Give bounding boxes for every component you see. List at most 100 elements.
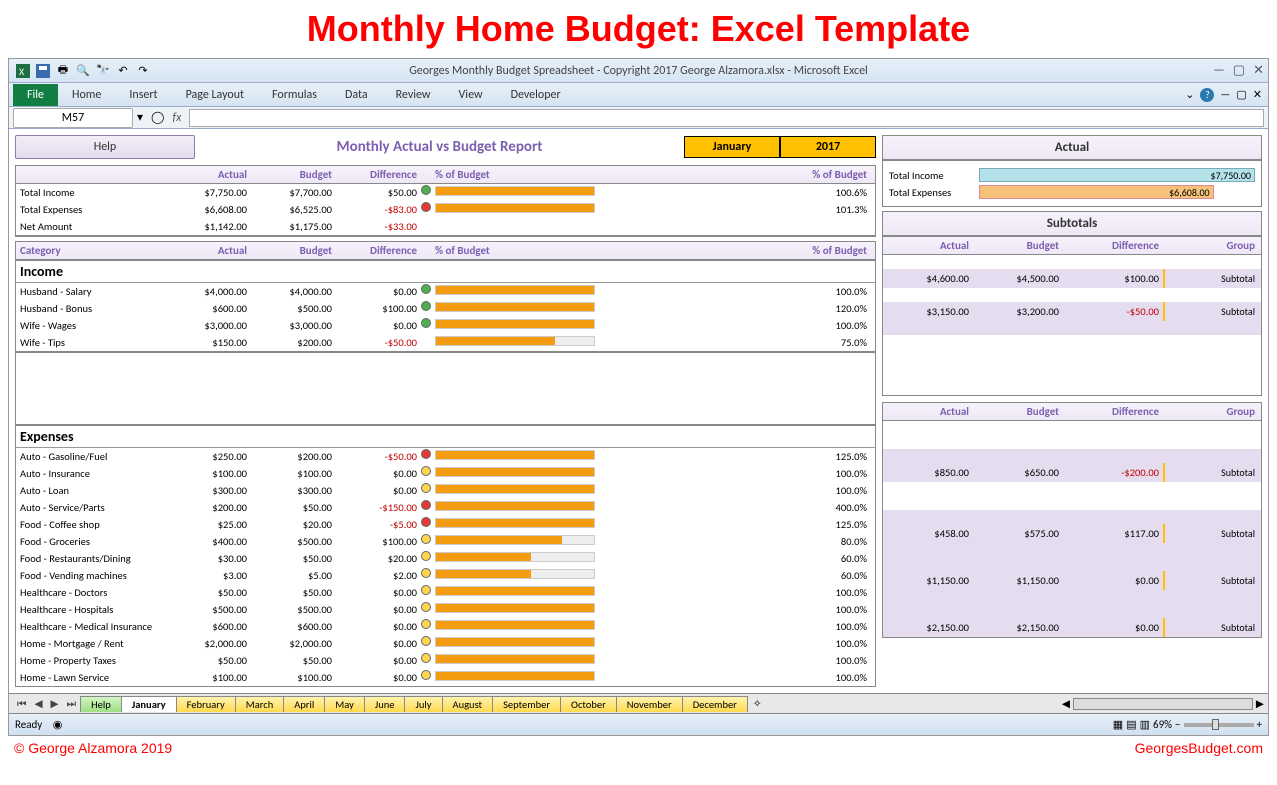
table-row[interactable]: Total Income$7,750.00$7,700.00$50.00100.… <box>15 184 876 201</box>
table-row[interactable]: Home - Property Taxes$50.00$50.00$0.0010… <box>15 652 876 669</box>
minimize-doc-icon[interactable]: — <box>1220 88 1230 101</box>
name-box[interactable]: M57 <box>13 108 133 128</box>
undo-icon[interactable]: ↶ <box>115 63 131 79</box>
tab-review[interactable]: Review <box>382 84 445 106</box>
formula-bar: M57 ▾ ◯ fx <box>9 107 1268 129</box>
header-category: Category <box>16 242 166 259</box>
tab-formulas[interactable]: Formulas <box>258 84 331 106</box>
restore-icon[interactable]: ▢ <box>1233 63 1245 78</box>
table-row[interactable]: Home - Mortgage / Rent$2,000.00$2,000.00… <box>15 635 876 652</box>
minimize-icon[interactable]: — <box>1213 63 1225 78</box>
cancel-formula-icon[interactable]: ◯ <box>151 110 164 125</box>
header-difference: Difference <box>336 166 421 183</box>
sheet-tab-august[interactable]: August <box>442 696 494 712</box>
sheet-tab-september[interactable]: September <box>492 696 561 712</box>
expenses-body: Auto - Gasoline/Fuel$250.00$200.00-$50.0… <box>15 448 876 687</box>
month-cell[interactable]: January <box>684 136 780 158</box>
header-budget: Budget <box>251 166 336 183</box>
table-row[interactable]: Net Amount$1,142.00$1,175.00-$33.00 <box>15 218 876 236</box>
table-row[interactable]: Husband - Bonus$600.00$500.00$100.00120.… <box>15 300 876 317</box>
tab-page-layout[interactable]: Page Layout <box>172 84 258 106</box>
table-row[interactable]: Total Expenses$6,608.00$6,525.00-$83.001… <box>15 201 876 218</box>
name-dropdown-icon[interactable]: ▾ <box>137 110 143 125</box>
print-icon[interactable]: 🖶 <box>55 63 71 79</box>
redo-icon[interactable]: ↷ <box>135 63 151 79</box>
tab-view[interactable]: View <box>445 84 497 106</box>
status-bar: Ready ◉ ▦ ▤ ▥ 69% − + <box>9 713 1268 735</box>
sheet-tab-july[interactable]: July <box>404 696 442 712</box>
sheet-tab-january[interactable]: January <box>121 696 177 712</box>
view-normal-icon[interactable]: ▦ <box>1113 718 1123 731</box>
table-row[interactable]: Auto - Service/Parts$200.00$50.00-$150.0… <box>15 499 876 516</box>
new-sheet-icon[interactable]: ✧ <box>753 697 762 710</box>
income-section-title: Income <box>15 260 876 283</box>
save-icon[interactable] <box>35 63 51 79</box>
view-pagebreak-icon[interactable]: ▥ <box>1140 718 1150 731</box>
table-row[interactable]: Wife - Tips$150.00$200.00-$50.0075.0% <box>15 334 876 352</box>
worksheet-area: Help Monthly Actual vs Budget Report Jan… <box>9 129 1268 693</box>
view-layout-icon[interactable]: ▤ <box>1126 718 1136 731</box>
table-row[interactable]: Healthcare - Doctors$50.00$50.00$0.00100… <box>15 584 876 601</box>
restore-doc-icon[interactable]: ▢ <box>1236 88 1246 101</box>
year-cell[interactable]: 2017 <box>780 136 876 158</box>
prev-sheet-icon[interactable]: ◀ <box>30 697 46 710</box>
scroll-right-icon[interactable]: ▶ <box>1256 697 1264 710</box>
close-doc-icon[interactable]: ✕ <box>1253 88 1262 101</box>
scroll-left-icon[interactable]: ◀ <box>1062 697 1070 710</box>
table-row[interactable]: Food - Restaurants/Dining$30.00$50.00$20… <box>15 550 876 567</box>
binoculars-icon[interactable]: 🔭 <box>95 63 111 79</box>
category-header-row: Category Actual Budget Difference % of B… <box>15 241 876 260</box>
table-row[interactable]: Food - Vending machines$3.00$5.00$2.0060… <box>15 567 876 584</box>
header-blank <box>16 166 166 183</box>
quick-access-toolbar: X 🖶 🔍 🔭 ↶ ↷ Georges Monthly Budget Sprea… <box>9 59 1268 83</box>
report-title: Monthly Actual vs Budget Report <box>195 138 684 156</box>
table-row[interactable]: Food - Coffee shop$25.00$20.00-$5.00125.… <box>15 516 876 533</box>
sheet-tab-april[interactable]: April <box>283 696 325 712</box>
expense-subtotals: $850.00$650.00-$200.00Subtotal$458.00$57… <box>882 421 1262 638</box>
header-pct-bar: % of Budget <box>421 166 601 183</box>
table-row[interactable]: Healthcare - Medical Insurance$600.00$60… <box>15 618 876 635</box>
sheet-tab-november[interactable]: November <box>616 696 683 712</box>
help-button[interactable]: Help <box>15 135 195 159</box>
table-row[interactable]: Food - Groceries$400.00$500.00$100.0080.… <box>15 533 876 550</box>
help-icon[interactable]: ? <box>1200 88 1214 102</box>
table-row[interactable]: Auto - Gasoline/Fuel$250.00$200.00-$50.0… <box>15 448 876 465</box>
sheet-tab-october[interactable]: October <box>560 696 617 712</box>
table-row[interactable]: Home - Lawn Service$100.00$100.00$0.0010… <box>15 669 876 687</box>
zoom-out-icon[interactable]: − <box>1175 718 1180 731</box>
table-row[interactable]: Healthcare - Hospitals$500.00$500.00$0.0… <box>15 601 876 618</box>
fx-icon[interactable]: fx <box>172 111 181 125</box>
close-icon[interactable]: ✕ <box>1253 63 1264 78</box>
table-row[interactable]: Wife - Wages$3,000.00$3,000.00$0.00100.0… <box>15 317 876 334</box>
sheet-tab-february[interactable]: February <box>176 696 236 712</box>
sheet-tab-march[interactable]: March <box>235 696 284 712</box>
subtotal-row: $3,150.00$3,200.00-$50.00Subtotal <box>883 302 1261 321</box>
sheet-tab-june[interactable]: June <box>364 696 406 712</box>
file-tab[interactable]: File <box>13 84 58 106</box>
first-sheet-icon[interactable]: ⏮ <box>13 697 30 711</box>
table-row[interactable]: Auto - Loan$300.00$300.00$0.00100.0% <box>15 482 876 499</box>
horizontal-scrollbar[interactable] <box>1073 698 1253 710</box>
next-sheet-icon[interactable]: ▶ <box>47 697 63 710</box>
chevron-down-icon[interactable]: ⌄ <box>1185 88 1194 101</box>
find-icon[interactable]: 🔍 <box>75 63 91 79</box>
tab-insert[interactable]: Insert <box>115 84 171 106</box>
zoom-level[interactable]: 69% <box>1153 718 1172 731</box>
macro-record-icon[interactable]: ◉ <box>53 718 63 731</box>
actual-panel: Total Income $7,750.00 Total Expenses $6… <box>882 160 1262 207</box>
sheet-tab-may[interactable]: May <box>324 696 365 712</box>
income-body: Husband - Salary$4,000.00$4,000.00$0.001… <box>15 283 876 353</box>
zoom-slider[interactable] <box>1184 723 1254 727</box>
sheet-tab-help[interactable]: Help <box>80 696 122 712</box>
table-row[interactable]: Auto - Insurance$100.00$100.00$0.00100.0… <box>15 465 876 482</box>
formula-input[interactable] <box>189 109 1264 127</box>
footer-copyright: © George Alzamora 2019 <box>14 740 172 756</box>
tab-developer[interactable]: Developer <box>497 84 575 106</box>
last-sheet-icon[interactable]: ⏭ <box>63 697 80 711</box>
tab-home[interactable]: Home <box>58 84 115 106</box>
sheet-tab-december[interactable]: December <box>682 696 748 712</box>
tab-data[interactable]: Data <box>331 84 382 106</box>
subtotal-row: $1,150.00$1,150.00$0.00Subtotal <box>883 571 1261 590</box>
zoom-in-icon[interactable]: + <box>1257 718 1262 731</box>
table-row[interactable]: Husband - Salary$4,000.00$4,000.00$0.001… <box>15 283 876 300</box>
